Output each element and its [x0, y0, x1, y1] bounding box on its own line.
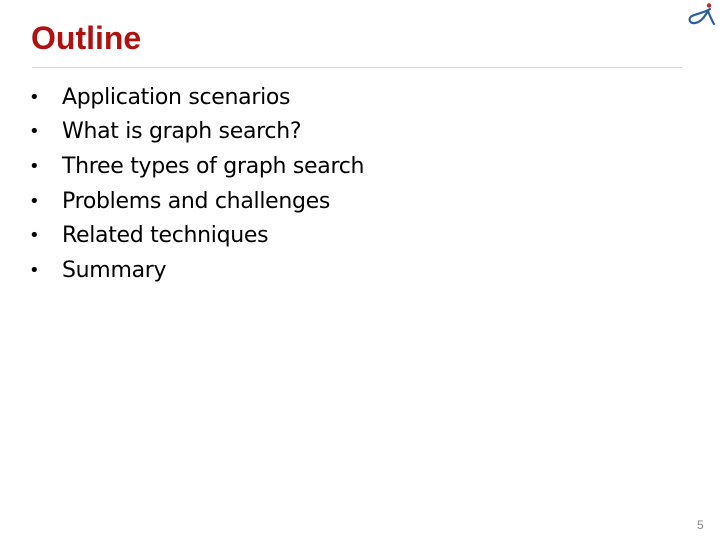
title-divider — [32, 67, 682, 68]
bullet-icon: • — [29, 190, 40, 212]
outline-list: • Application scenarios • What is graph … — [28, 80, 364, 288]
page-number: 5 — [697, 518, 704, 532]
outline-item: • Three types of graph search — [28, 149, 364, 184]
bullet-icon: • — [29, 259, 40, 281]
bullet-icon: • — [29, 86, 40, 108]
bullet-icon: • — [29, 155, 40, 177]
outline-item: • Application scenarios — [28, 80, 364, 115]
bullet-icon: • — [29, 121, 40, 143]
outline-item-label: Problems and challenges — [62, 188, 331, 214]
slide-title: Outline — [31, 20, 142, 56]
outline-item-label: What is graph search? — [62, 119, 302, 145]
bullet-icon: • — [29, 225, 40, 247]
outline-item-label: Application scenarios — [62, 84, 291, 110]
outline-item: • What is graph search? — [28, 115, 364, 150]
outline-item-label: Related techniques — [62, 223, 269, 249]
outline-item: • Related techniques — [28, 218, 364, 253]
outline-item: • Summary — [28, 253, 364, 288]
outline-item: • Problems and challenges — [28, 184, 364, 219]
swoosh-logo-icon — [688, 3, 716, 26]
outline-item-label: Three types of graph search — [62, 153, 365, 179]
outline-item-label: Summary — [62, 257, 167, 283]
